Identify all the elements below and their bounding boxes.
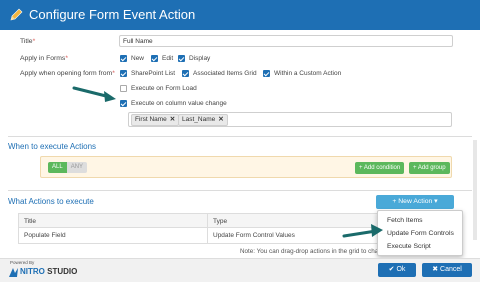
checkbox-associated-items-grid-label: Associated Items Grid bbox=[193, 70, 257, 77]
remove-tag-icon[interactable]: ✕ bbox=[218, 116, 223, 123]
title-label-text: Title bbox=[20, 38, 33, 45]
toggle-any[interactable]: ANY bbox=[66, 162, 88, 173]
annotation-arrow-icon bbox=[342, 224, 383, 238]
checkbox-display[interactable] bbox=[178, 55, 185, 62]
checkbox-new-label: New bbox=[131, 55, 145, 62]
title-label: Title* bbox=[20, 38, 35, 45]
checkbox-sharepoint-list-label: SharePoint List bbox=[131, 70, 176, 77]
toggle-all[interactable]: ALL bbox=[48, 162, 67, 173]
dialog-title-bar: Configure Form Event Action bbox=[0, 0, 480, 30]
remove-tag-icon[interactable]: ✕ bbox=[170, 116, 175, 123]
plus-icon: + bbox=[392, 198, 397, 205]
close-icon: ✖ bbox=[432, 266, 439, 273]
title-input[interactable]: Full Name bbox=[119, 35, 453, 47]
new-action-dropdown: Fetch Items Update Form Controls Execute… bbox=[377, 210, 463, 256]
required-marker: * bbox=[65, 55, 68, 62]
section-divider bbox=[8, 136, 472, 137]
caret-down-icon: ▾ bbox=[434, 198, 438, 205]
column-header-type: Type bbox=[213, 218, 228, 225]
checkbox-sharepoint-list[interactable] bbox=[120, 70, 127, 77]
row-title: Populate Field bbox=[24, 232, 66, 239]
checkbox-edit[interactable] bbox=[151, 55, 158, 62]
column-tag: Last_Name ✕ bbox=[178, 114, 228, 126]
menu-item-fetch-items[interactable]: Fetch Items bbox=[387, 217, 423, 224]
powered-by-label: Powered By bbox=[10, 260, 35, 265]
required-marker: * bbox=[112, 70, 115, 77]
menu-item-execute-script[interactable]: Execute Script bbox=[387, 243, 431, 250]
title-input-value: Full Name bbox=[123, 38, 153, 45]
apply-when-text: Apply when opening form from bbox=[20, 70, 113, 77]
ok-label: Ok bbox=[396, 266, 406, 273]
add-group-button[interactable]: + Add group bbox=[409, 162, 450, 174]
when-section-heading: When to execute Actions bbox=[8, 142, 97, 151]
apply-in-forms-text: Apply in Forms bbox=[20, 55, 66, 62]
menu-item-update-form-controls[interactable]: Update Form Controls bbox=[387, 230, 454, 237]
row-type: Update Form Control Values bbox=[213, 232, 295, 239]
new-action-label: New Action bbox=[398, 198, 433, 205]
cancel-button[interactable]: ✖ Cancel bbox=[422, 263, 472, 277]
section-divider bbox=[8, 190, 472, 191]
column-tag-label: First Name bbox=[135, 116, 167, 123]
condition-builder: ALL ANY + Add condition + Add group bbox=[40, 156, 452, 178]
checkbox-execute-on-change-label: Execute on column value change bbox=[131, 100, 227, 107]
dialog-scrollbar[interactable] bbox=[473, 140, 477, 240]
column-separator bbox=[207, 213, 208, 244]
checkbox-edit-label: Edit bbox=[162, 55, 174, 62]
add-condition-button[interactable]: + Add condition bbox=[355, 162, 405, 174]
all-any-toggle[interactable]: ALL ANY bbox=[48, 162, 88, 173]
plus-icon: + bbox=[413, 165, 417, 171]
new-action-button[interactable]: + New Action ▾ bbox=[376, 195, 454, 209]
apply-when-label: Apply when opening form from* bbox=[20, 70, 115, 77]
column-tag-label: Last_Name bbox=[182, 116, 216, 123]
required-marker: * bbox=[32, 38, 36, 45]
add-condition-label: Add condition bbox=[363, 165, 401, 171]
cancel-label: Cancel bbox=[440, 266, 462, 273]
checkbox-execute-on-load-label: Execute on Form Load bbox=[131, 85, 197, 92]
nitro-logo-icon bbox=[9, 268, 18, 277]
checkbox-new[interactable] bbox=[120, 55, 127, 62]
checkbox-custom-action[interactable] bbox=[263, 70, 270, 77]
column-header-title: Title bbox=[24, 218, 37, 225]
nitro-studio-logo: NITRO STUDIO bbox=[20, 267, 77, 276]
pencil-icon bbox=[10, 8, 23, 21]
check-icon: ✔ bbox=[388, 266, 395, 273]
ok-button[interactable]: ✔ Ok bbox=[378, 263, 416, 277]
brand-nitro: NITRO bbox=[20, 267, 45, 276]
column-tag: First Name ✕ bbox=[131, 114, 180, 126]
brand-studio: STUDIO bbox=[47, 267, 78, 276]
add-group-label: Add group bbox=[417, 165, 446, 171]
apply-in-forms-label: Apply in Forms* bbox=[20, 55, 68, 62]
checkbox-custom-action-label: Within a Custom Action bbox=[274, 70, 342, 77]
checkbox-associated-items-grid[interactable] bbox=[182, 70, 189, 77]
checkbox-execute-on-load[interactable] bbox=[120, 85, 127, 92]
annotation-arrow-icon bbox=[72, 86, 116, 102]
checkbox-execute-on-change[interactable] bbox=[120, 100, 127, 107]
checkbox-display-label: Display bbox=[189, 55, 211, 62]
dialog-title: Configure Form Event Action bbox=[29, 7, 196, 22]
plus-icon: + bbox=[359, 165, 363, 171]
